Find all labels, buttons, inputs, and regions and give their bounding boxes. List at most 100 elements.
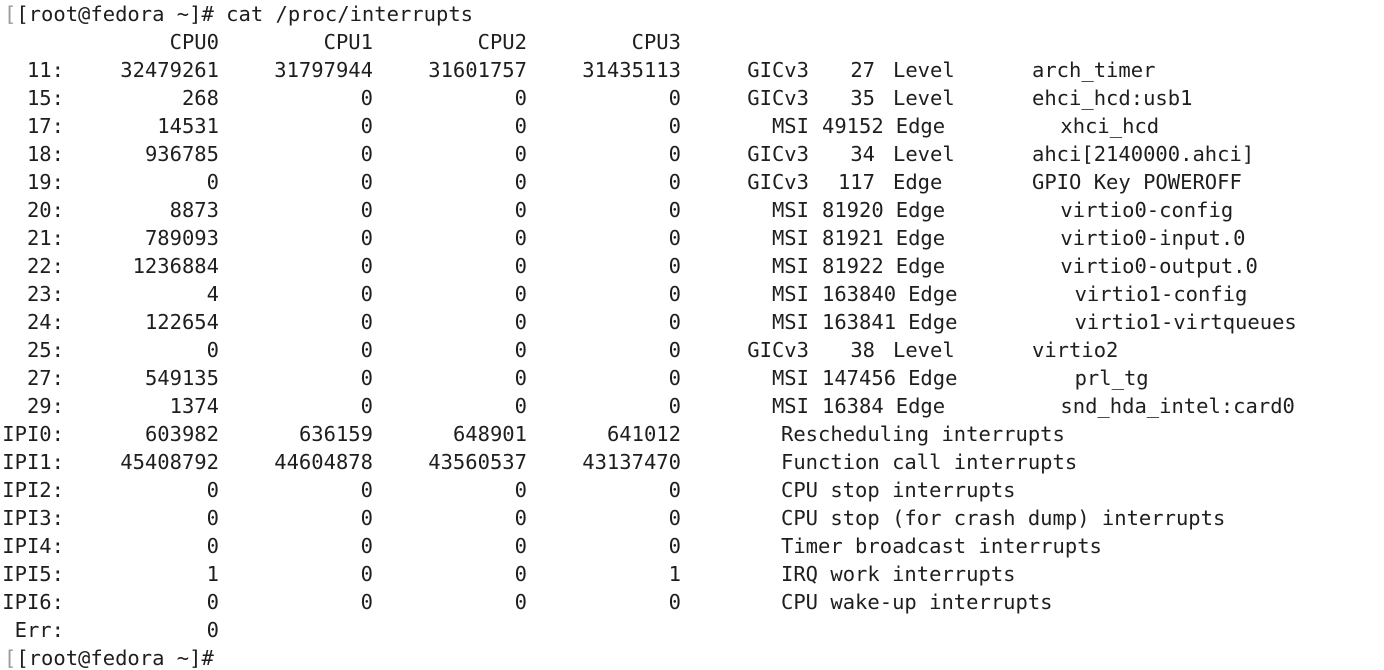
irq-number: 25: bbox=[26, 338, 64, 362]
irq-trigger-type: Level bbox=[893, 58, 955, 82]
cpu-column-header: CPU2 bbox=[477, 30, 527, 54]
ipi-number: IPI5: bbox=[2, 562, 64, 586]
irq-chip: MSI bbox=[771, 226, 809, 250]
irq-device-name: virtio0-config bbox=[1060, 198, 1234, 222]
irq-hwirq: 81922 bbox=[822, 254, 884, 278]
irq-hwirq: 35 bbox=[850, 86, 875, 110]
ipi-number: IPI0: bbox=[2, 422, 64, 446]
ipi-count: 0 bbox=[668, 590, 681, 614]
irq-number: 22: bbox=[26, 254, 64, 278]
irq-trigger-type: Edge bbox=[895, 226, 946, 250]
irq-count: 0 bbox=[668, 86, 681, 110]
irq-row: 17: 14531 0 0 0 MSI 49152 Edge xhci_hcd bbox=[0, 112, 1384, 140]
irq-trigger-type: Edge bbox=[895, 394, 946, 418]
irq-count: 0 bbox=[360, 170, 373, 194]
irq-trigger-type: Level bbox=[893, 86, 955, 110]
ipi-count: 0 bbox=[360, 478, 373, 502]
irq-count: 0 bbox=[360, 142, 373, 166]
irq-device-name: snd_hda_intel:card0 bbox=[1060, 394, 1295, 418]
shell-command: cat /proc/interrupts bbox=[226, 2, 474, 26]
irq-hwirq: 16384 bbox=[822, 394, 884, 418]
irq-row: 15: 268 0 0 0 GICv3 35 Level ehci_hcd:usb1 bbox=[0, 84, 1384, 112]
irq-count: 789093 bbox=[144, 226, 219, 250]
irq-count: 4 bbox=[206, 282, 219, 306]
ipi-number: IPI2: bbox=[2, 478, 64, 502]
irq-count: 0 bbox=[668, 114, 681, 138]
irq-trigger-type: Edge bbox=[908, 310, 958, 334]
irq-chip: GICv3 bbox=[747, 58, 809, 82]
irq-count: 0 bbox=[360, 282, 373, 306]
ipi-description: IRQ work interrupts bbox=[781, 562, 1016, 586]
irq-chip: MSI bbox=[771, 282, 809, 306]
irq-hwirq: 147456 bbox=[822, 366, 897, 390]
ipi-count: 641012 bbox=[606, 422, 681, 446]
irq-device-name: virtio1-config bbox=[1074, 282, 1248, 306]
irq-number: 11: bbox=[26, 58, 64, 82]
irq-number: 23: bbox=[26, 282, 64, 306]
irq-count: 8873 bbox=[169, 198, 219, 222]
irq-count: 0 bbox=[514, 170, 527, 194]
irq-row: 11: 32479261 31797944 31601757 31435113 GICv3… bbox=[0, 56, 1384, 84]
irq-count: 0 bbox=[668, 338, 681, 362]
irq-trigger-type: Level bbox=[893, 142, 955, 166]
irq-number: 15: bbox=[26, 86, 64, 110]
irq-trigger-type: Level bbox=[893, 338, 955, 362]
irq-row: 20: 8873 0 0 0 MSI 81920 Edge virtio0-config bbox=[0, 196, 1384, 224]
ipi-count: 0 bbox=[360, 562, 373, 586]
irq-count: 0 bbox=[668, 142, 681, 166]
ipi-count: 45408792 bbox=[120, 450, 219, 474]
ipi-row: IPI1: 45408792 44604878 43560537 43137470 Fun… bbox=[0, 448, 1384, 476]
irq-row: 27: 549135 0 0 0 MSI 147456 Edge prl_tg bbox=[0, 364, 1384, 392]
irq-chip: MSI bbox=[771, 366, 809, 390]
irq-chip: GICv3 bbox=[747, 170, 809, 194]
irq-trigger-type: Edge bbox=[895, 254, 946, 278]
irq-count: 0 bbox=[360, 310, 373, 334]
irq-trigger-type: Edge bbox=[893, 170, 943, 194]
irq-count: 0 bbox=[360, 394, 373, 418]
final-prompt-line[interactable]: [[root@fedora ~]# bbox=[4, 644, 214, 670]
ipi-number: IPI4: bbox=[2, 534, 64, 558]
irq-number: 24: bbox=[26, 310, 64, 334]
irq-count: 0 bbox=[514, 310, 527, 334]
irq-count: 0 bbox=[360, 198, 373, 222]
irq-chip: MSI bbox=[771, 394, 809, 418]
irq-chip: GICv3 bbox=[747, 338, 809, 362]
ipi-row: IPI0: 603982 636159 648901 641012 Reschedulin… bbox=[0, 420, 1384, 448]
irq-row: 23: 4 0 0 0 MSI 163840 Edge virtio1-config bbox=[0, 280, 1384, 308]
terminal-window[interactable]: [[root@fedora ~]# cat /proc/interrupts C… bbox=[0, 0, 1384, 670]
irq-count: 31797944 bbox=[274, 58, 373, 82]
ipi-number: IPI6: bbox=[2, 590, 64, 614]
irq-count: 0 bbox=[514, 282, 527, 306]
irq-number: 20: bbox=[26, 198, 64, 222]
irq-number: 18: bbox=[26, 142, 64, 166]
irq-device-name: virtio0-output.0 bbox=[1060, 254, 1258, 278]
irq-row: 25: 0 0 0 0 GICv3 38 Level virtio2 bbox=[0, 336, 1384, 364]
irq-number: 19: bbox=[26, 170, 64, 194]
irq-count: 32479261 bbox=[120, 58, 219, 82]
ipi-count: 0 bbox=[206, 506, 219, 530]
ipi-count: 0 bbox=[360, 534, 373, 558]
irq-count: 0 bbox=[668, 310, 681, 334]
irq-row: 22: 1236884 0 0 0 MSI 81922 Edge virtio0-output.… bbox=[0, 252, 1384, 280]
irq-hwirq: 49152 bbox=[822, 114, 884, 138]
irq-count: 0 bbox=[668, 198, 681, 222]
irq-device-name: GPIO Key POWEROFF bbox=[1032, 170, 1242, 194]
irq-row: 19: 0 0 0 0 GICv3 117 Edge GPIO Key POWEROFF bbox=[0, 168, 1384, 196]
irq-count: 0 bbox=[668, 254, 681, 278]
irq-chip: GICv3 bbox=[747, 86, 809, 110]
irq-count: 0 bbox=[514, 86, 527, 110]
ipi-count: 0 bbox=[514, 590, 527, 614]
irq-device-name: virtio0-input.0 bbox=[1060, 226, 1246, 250]
irq-device-name: virtio1-virtqueues bbox=[1074, 310, 1297, 334]
irq-count: 0 bbox=[514, 366, 527, 390]
irq-hwirq: 81920 bbox=[822, 198, 884, 222]
irq-number: 17: bbox=[26, 114, 64, 138]
irq-hwirq: 81921 bbox=[822, 226, 884, 250]
ipi-number: IPI1: bbox=[2, 450, 64, 474]
irq-count: 0 bbox=[360, 366, 373, 390]
irq-trigger-type: Edge bbox=[895, 114, 946, 138]
ipi-count: 43137470 bbox=[582, 450, 681, 474]
ipi-description: Rescheduling interrupts bbox=[781, 422, 1065, 446]
irq-trigger-type: Edge bbox=[908, 366, 958, 390]
ipi-count: 0 bbox=[514, 534, 527, 558]
